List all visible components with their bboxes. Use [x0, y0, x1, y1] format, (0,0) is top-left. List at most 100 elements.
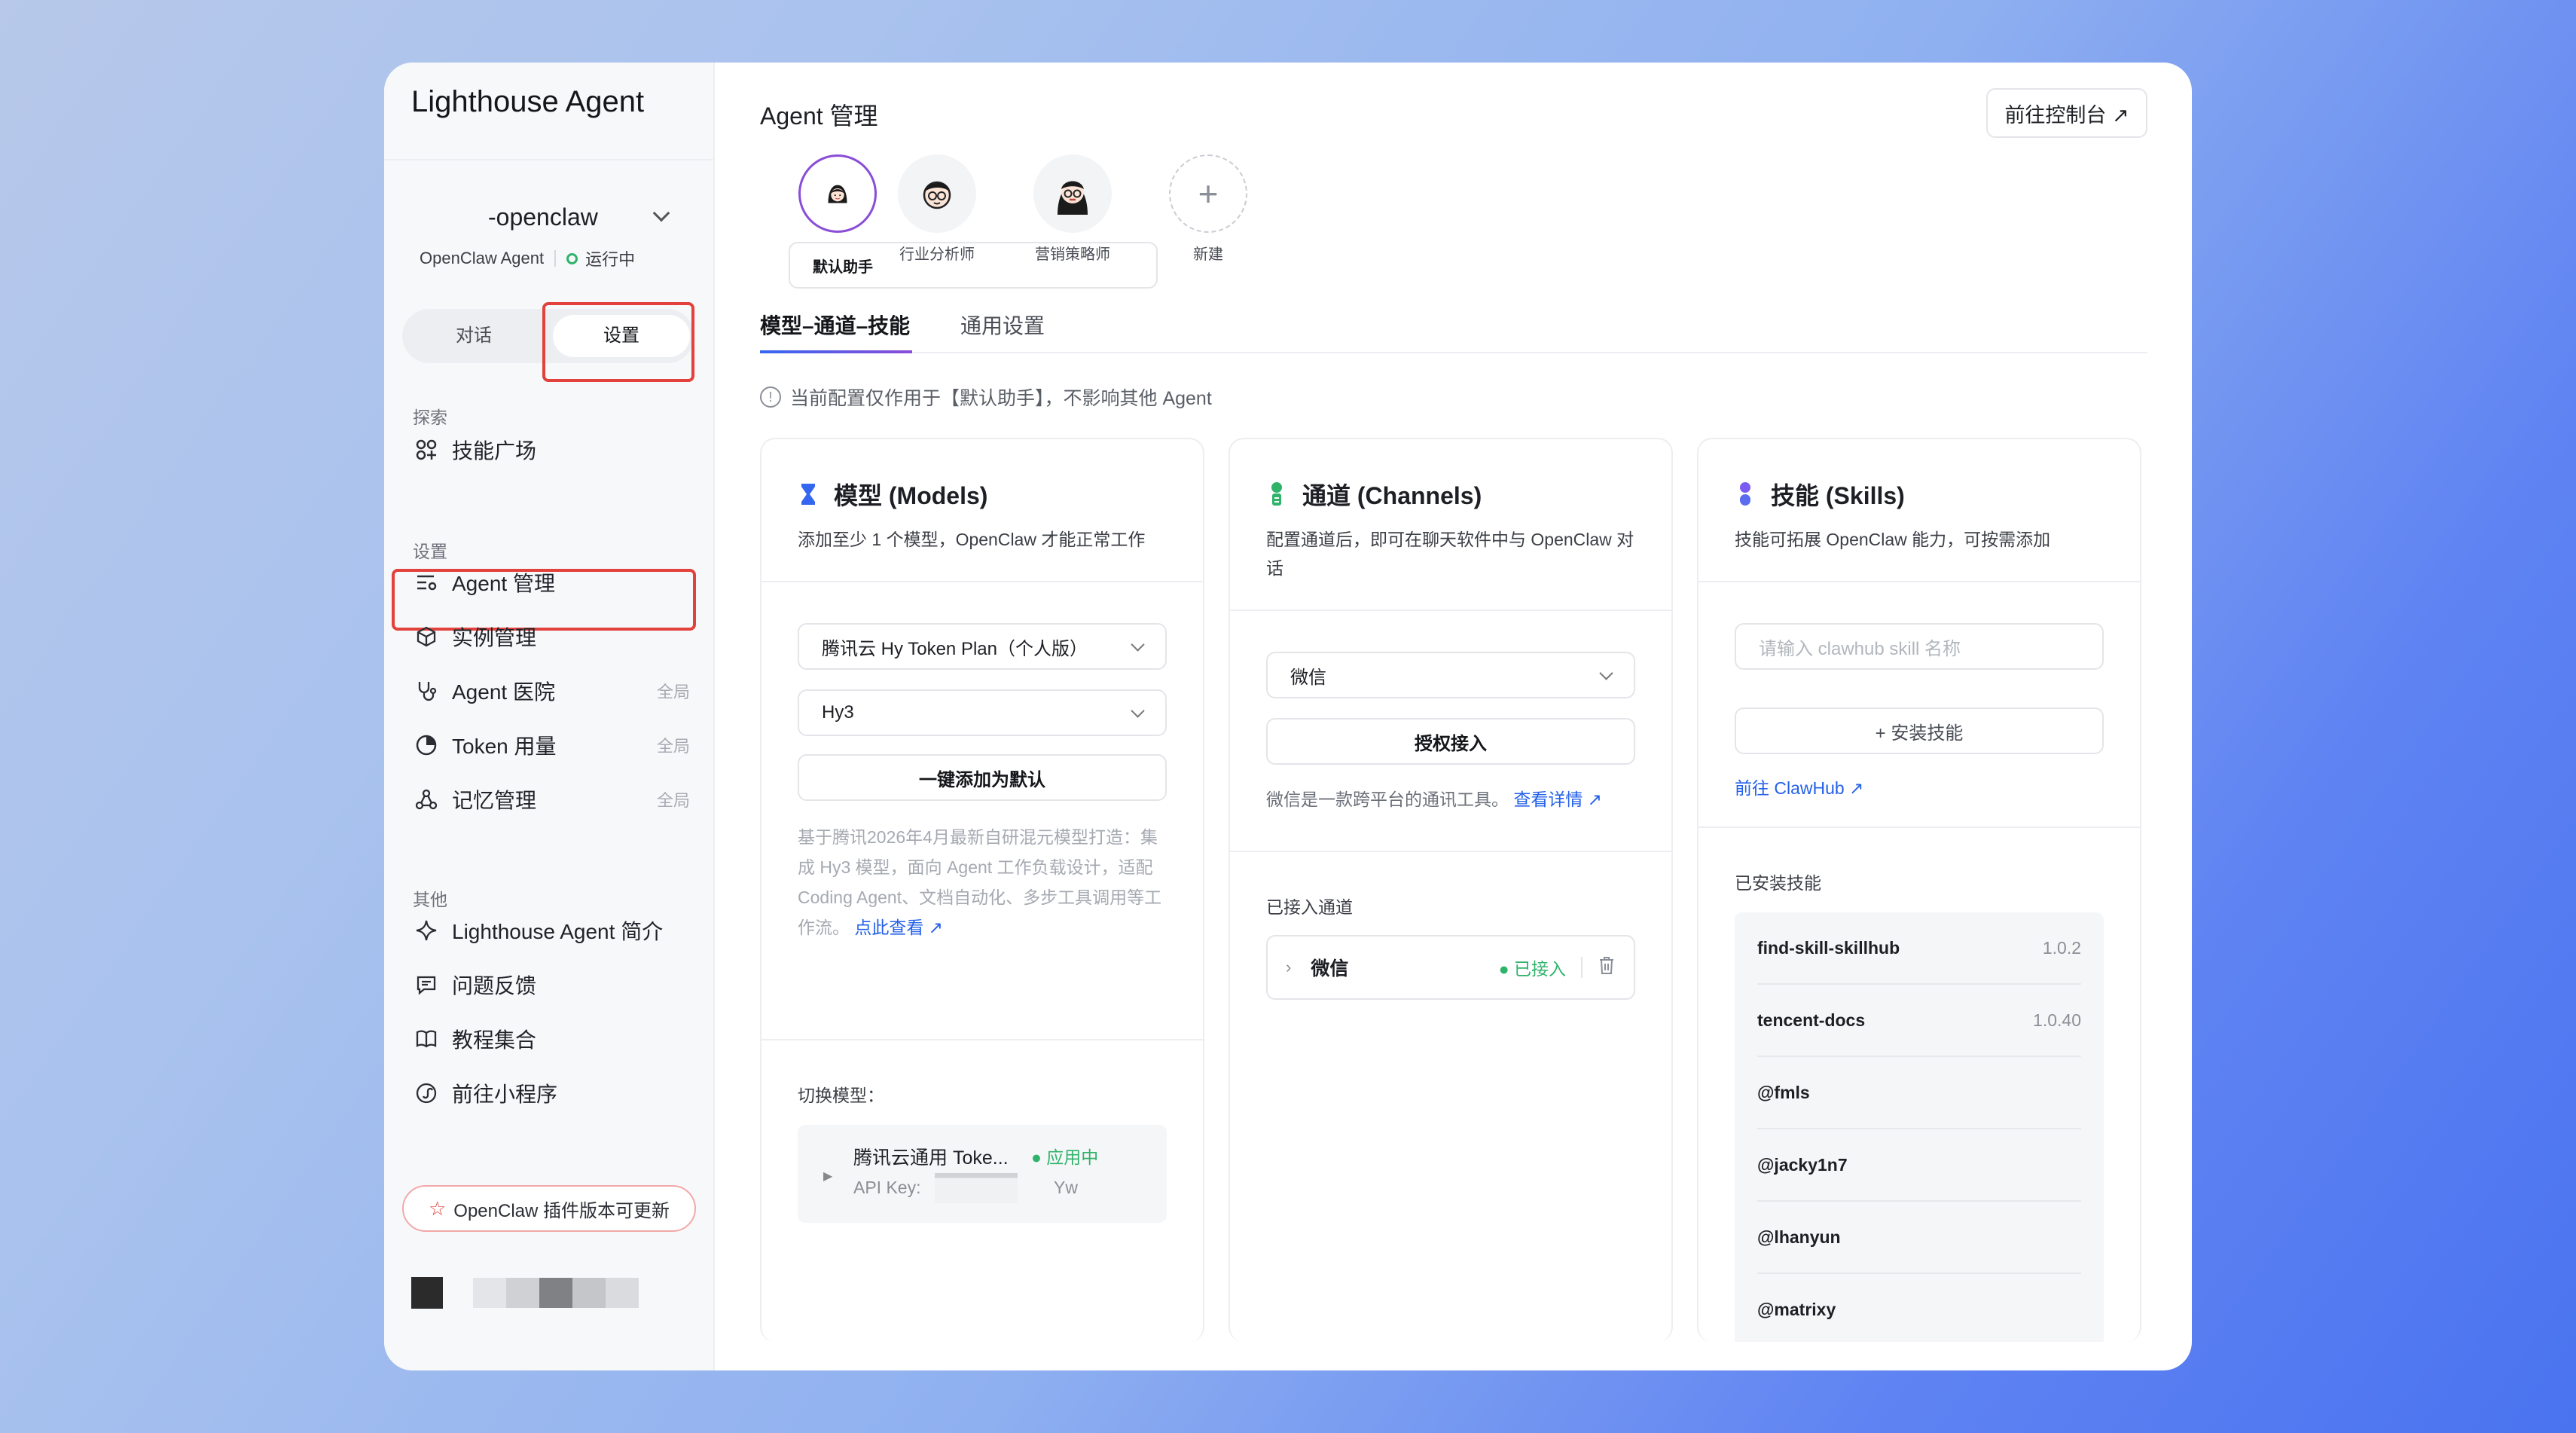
- tab-model-channel-skill[interactable]: 模型–通道–技能: [760, 310, 910, 340]
- card-title: 模型 (Models): [798, 477, 987, 512]
- stethoscope-icon: [413, 677, 440, 704]
- installed-skills-label: 已安装技能: [1735, 873, 1821, 893]
- sidebar-item-feedback[interactable]: 问题反馈: [413, 965, 690, 1004]
- sidebar-item-label: Agent 医院: [452, 680, 555, 704]
- sidebar-item-token-usage[interactable]: Token 用量 全局: [413, 726, 690, 765]
- list-item[interactable]: tencent-docs 1.0.40: [1757, 985, 2081, 1057]
- section-label: 探索: [413, 408, 447, 427]
- model-info-text: 基于腾讯2026年4月最新自研混元模型打造：集成 Hy3 模型，面向 Agent…: [798, 827, 1162, 937]
- switch-model-label: 切换模型：: [798, 1086, 884, 1105]
- model-name: 腾讯云通用 Toke...: [853, 1147, 1009, 1169]
- card-title: 技能 (Skills): [1735, 477, 1905, 512]
- sidebar-item-label: 实例管理: [452, 626, 537, 649]
- model-select[interactable]: Hy3: [798, 689, 1167, 736]
- skill-version: 1.0.2: [2042, 937, 2081, 958]
- status-dot-icon: [566, 252, 578, 264]
- authorize-button[interactable]: 授权接入: [1266, 718, 1635, 765]
- tab-general-settings[interactable]: 通用设置: [960, 310, 1045, 340]
- sidebar-item-label: 教程集合: [452, 1028, 537, 1052]
- pie-chart-icon: [413, 732, 440, 759]
- star-alert-icon: ☆: [428, 1196, 447, 1220]
- skill-search-input[interactable]: 请输入 clawhub skill 名称: [1735, 623, 2104, 670]
- agent-label: 营销策略师: [1035, 246, 1110, 263]
- hourglass-icon: [798, 481, 819, 508]
- console-button[interactable]: 前往控制台 ↗: [1986, 88, 2147, 138]
- divider: [1699, 581, 2140, 582]
- divider: [384, 159, 713, 160]
- status-badge: ● 应用中: [1031, 1147, 1099, 1167]
- app-window: Lighthouse Agent -openclaw OpenClaw Agen…: [384, 63, 2192, 1370]
- update-banner[interactable]: ☆ OpenClaw 插件版本可更新: [402, 1185, 696, 1232]
- sidebar-item-miniprogram[interactable]: 前往小程序: [413, 1074, 690, 1113]
- agent-industry-analyst[interactable]: 行业分析师: [888, 154, 986, 264]
- instance-name[interactable]: -openclaw: [488, 203, 598, 231]
- channel-name: 微信: [1311, 958, 1349, 979]
- caret-right-icon[interactable]: ▶: [823, 1169, 832, 1184]
- update-text: OpenClaw 插件版本可更新: [453, 1200, 670, 1221]
- tab-chat[interactable]: 对话: [402, 309, 545, 363]
- channel-info: 微信是一款跨平台的通讯工具。 查看详情 ↗: [1266, 784, 1643, 814]
- sidebar-item-label: 技能广场: [452, 439, 537, 463]
- nodes-icon: [413, 786, 440, 813]
- plan-select[interactable]: 腾讯云 Hy Token Plan（个人版）: [798, 623, 1167, 670]
- add-default-button[interactable]: 一键添加为默认: [798, 754, 1167, 801]
- current-model[interactable]: ▶ 腾讯云通用 Toke... ● 应用中 API Key: Yw: [798, 1125, 1167, 1223]
- installed-skills-list: find-skill-skillhub 1.0.2 tencent-docs 1.0…: [1735, 912, 2104, 1342]
- skill-name: tencent-docs: [1757, 1010, 1866, 1030]
- skill-name: find-skill-skillhub: [1757, 937, 1900, 958]
- install-skill-button[interactable]: + 安装技能: [1735, 707, 2104, 754]
- sidebar-item-agent-hospital[interactable]: Agent 医院 全局: [413, 671, 690, 710]
- list-item[interactable]: @jacky1n7: [1757, 1129, 2081, 1202]
- model-info-link[interactable]: 点此查看 ↗: [854, 918, 943, 937]
- connected-channels-label: 已接入通道: [1266, 897, 1353, 917]
- agent-new[interactable]: + 新建: [1159, 154, 1257, 264]
- masked-api-key: [935, 1173, 1018, 1203]
- divider: [762, 1039, 1203, 1040]
- api-key-tail: Yw: [1054, 1178, 1078, 1197]
- sidebar-item-label: 前往小程序: [452, 1083, 558, 1106]
- list-item[interactable]: find-skill-skillhub 1.0.2: [1757, 912, 2081, 985]
- divider: [1581, 957, 1583, 978]
- sidebar-item-label: Lighthouse Agent 简介: [452, 920, 664, 943]
- model-info: 基于腾讯2026年4月最新自研混元模型打造：集成 Hy3 模型，面向 Agent…: [798, 822, 1174, 943]
- agent-label: 新建: [1193, 246, 1223, 263]
- select-value: Hy3: [822, 702, 854, 723]
- divider: [1699, 826, 2140, 828]
- channels-card: 通道 (Channels) 配置通道后，即可在聊天软件中与 OpenClaw 对…: [1228, 438, 1673, 1342]
- main-content: Agent 管理 前往控制台 ↗ 默认助手 行业分析师 营销策略师 + 新建 模…: [715, 63, 2192, 1370]
- user-profile[interactable]: [411, 1277, 639, 1309]
- channel-select[interactable]: 微信: [1266, 652, 1635, 698]
- channel-icon: [1266, 481, 1287, 508]
- agent-default[interactable]: 默认助手: [752, 154, 1158, 289]
- list-item[interactable]: @matrixy: [1757, 1274, 2081, 1342]
- channel-info-link[interactable]: 查看详情 ↗: [1513, 790, 1602, 809]
- list-item[interactable]: @lhanyun: [1757, 1202, 2081, 1274]
- divider: [1230, 851, 1671, 852]
- agent-avatar: [1033, 154, 1112, 233]
- trash-icon[interactable]: [1598, 955, 1616, 980]
- sidebar-item-skill-plaza[interactable]: 技能广场: [413, 430, 690, 469]
- chevron-right-icon[interactable]: ›: [1286, 958, 1291, 977]
- divider: [554, 250, 557, 267]
- grid-icon: [413, 436, 440, 463]
- connected-channel-row[interactable]: › 微信 ● 已接入: [1266, 935, 1635, 1000]
- chevron-down-icon[interactable]: [652, 204, 670, 222]
- sidebar-item-intro[interactable]: Lighthouse Agent 简介: [413, 911, 690, 950]
- book-icon: [413, 1025, 440, 1053]
- clawhub-link[interactable]: 前往 ClawHub ↗: [1735, 774, 1863, 799]
- clawhub-link-text[interactable]: 前往 ClawHub ↗: [1735, 778, 1863, 798]
- agent-marketing-strategist[interactable]: 营销策略师: [1024, 154, 1122, 264]
- agent-avatar: [898, 154, 976, 233]
- notice-text: 当前配置仅作用于【默认助手】，不影响其他 Agent: [790, 388, 1212, 409]
- sidebar-item-instance-management[interactable]: 实例管理: [413, 617, 690, 656]
- sidebar-item-label: 记忆管理: [452, 789, 537, 812]
- models-card: 模型 (Models) 添加至少 1 个模型，OpenClaw 才能正常工作 腾…: [760, 438, 1204, 1342]
- sidebar-item-memory[interactable]: 记忆管理 全局: [413, 780, 690, 819]
- list-item[interactable]: @fmls: [1757, 1057, 2081, 1129]
- select-value: 腾讯云 Hy Token Plan（个人版）: [822, 638, 1088, 659]
- masked-username: [473, 1278, 639, 1308]
- cube-icon: [413, 623, 440, 650]
- channel-info-text: 微信是一款跨平台的通讯工具。: [1266, 790, 1509, 809]
- avatar: [411, 1277, 443, 1309]
- sidebar-item-tutorials[interactable]: 教程集合: [413, 1019, 690, 1059]
